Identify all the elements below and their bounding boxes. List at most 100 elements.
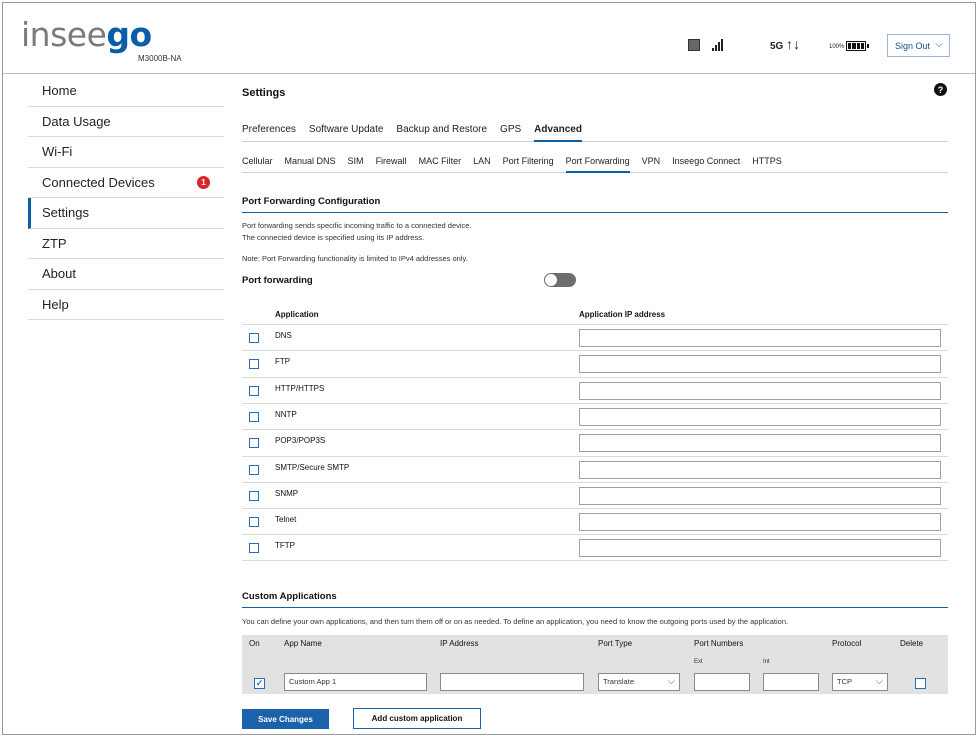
alert-badge: 1 — [197, 175, 210, 189]
sidebar-item-connected-devices[interactable]: Connected Devices 1 — [28, 168, 224, 198]
subtab-port-filtering[interactable]: Port Filtering — [503, 156, 554, 173]
tab-gps[interactable]: GPS — [500, 124, 521, 142]
table-row: SNMP — [242, 481, 948, 508]
sidebar-item-label: About — [42, 266, 76, 282]
subtab-https[interactable]: HTTPS — [752, 156, 782, 173]
col-delete: Delete — [900, 639, 924, 648]
subtab-port-forwarding[interactable]: Port Forwarding — [565, 156, 630, 173]
table-row: NNTP — [242, 402, 948, 429]
sidebar-item-settings[interactable]: Settings — [28, 198, 224, 229]
table-row: Telnet — [242, 508, 948, 534]
tab-preferences[interactable]: Preferences — [242, 124, 296, 142]
port-type-select[interactable]: Translate ⌵ — [598, 673, 680, 691]
port-forwarding-section-title: Port Forwarding Configuration — [242, 196, 948, 213]
custom-apps-header: On App Name IP Address Port Type Port Nu… — [242, 635, 948, 652]
table-row: DNS — [242, 324, 948, 350]
app-ip-input[interactable] — [579, 486, 941, 505]
app-checkbox[interactable] — [249, 490, 259, 501]
col-protocol: Protocol — [832, 639, 862, 648]
ext-port-input[interactable] — [694, 673, 750, 691]
network-type-label: 5G — [770, 41, 784, 52]
port-forwarding-label: Port forwarding — [242, 275, 313, 286]
app-checkbox[interactable] — [249, 438, 259, 449]
pf-description-line1: Port forwarding sends specific incoming … — [242, 221, 472, 230]
delete-checkbox[interactable] — [915, 678, 926, 689]
logo-text-a: insee — [21, 15, 107, 54]
app-checkbox[interactable] — [249, 543, 259, 554]
sidebar-item-home[interactable]: Home — [28, 76, 224, 107]
app-ip-input[interactable] — [579, 407, 941, 426]
sidebar-item-label: Settings — [42, 205, 89, 221]
chevron-down-icon: ⌵ — [935, 39, 943, 50]
ext-label: Ext — [694, 659, 703, 665]
add-custom-application-button[interactable]: Add custom application — [353, 708, 481, 729]
app-ip-input[interactable] — [579, 513, 941, 532]
sidebar-item-label: Connected Devices — [42, 174, 155, 190]
sidebar-item-wifi[interactable]: Wi-Fi — [28, 137, 224, 168]
subtab-inseego-connect[interactable]: Inseego Connect — [672, 156, 740, 173]
help-icon[interactable]: ? — [934, 83, 947, 96]
sidebar-nav: Home Data Usage Wi-Fi Connected Devices 1… — [28, 76, 224, 320]
table-row: POP3/POP3S — [242, 429, 948, 455]
sidebar-item-label: Home — [42, 83, 77, 99]
int-port-input[interactable] — [763, 673, 819, 691]
sidebar-item-help[interactable]: Help — [28, 290, 224, 320]
subtab-sim[interactable]: SIM — [348, 156, 364, 173]
app-name: Telnet — [275, 515, 297, 525]
app-ip-input[interactable] — [579, 539, 941, 558]
protocol-select[interactable]: TCP ⌵ — [832, 673, 888, 691]
subtab-firewall[interactable]: Firewall — [376, 156, 407, 173]
col-on: On — [249, 639, 260, 648]
on-checkbox[interactable]: ✓ — [254, 678, 265, 689]
tab-advanced[interactable]: Advanced — [534, 124, 582, 142]
sign-out-button[interactable]: Sign Out ⌵ — [887, 34, 950, 57]
app-ip-input[interactable] — [579, 434, 941, 453]
toggle-knob — [545, 274, 557, 286]
app-ip-input[interactable] — [579, 355, 941, 374]
chevron-down-icon: ⌵ — [875, 676, 883, 687]
tab-software-update[interactable]: Software Update — [309, 124, 384, 142]
pf-note: Note: Port Forwarding functionality is l… — [242, 254, 468, 263]
app-ip-input[interactable] — [579, 381, 941, 400]
subtab-manual-dns[interactable]: Manual DNS — [285, 156, 336, 173]
port-forwarding-toggle[interactable] — [544, 273, 576, 287]
app-checkbox[interactable] — [249, 411, 259, 422]
col-port-numbers: Port Numbers — [694, 639, 744, 648]
data-transfer-icon: ↑↓ — [786, 36, 800, 52]
tab-backup-restore[interactable]: Backup and Restore — [396, 124, 487, 142]
app-checkbox[interactable] — [249, 333, 259, 343]
app-checkbox[interactable] — [249, 385, 259, 396]
app-frame: inseego M3000B-NA 5G ↑↓ 100% Sign Out ⌵ … — [2, 2, 976, 735]
sidebar-item-about[interactable]: About — [28, 259, 224, 290]
table-row: SMTP/Secure SMTP — [242, 455, 948, 482]
sidebar-item-ztp[interactable]: ZTP — [28, 229, 224, 259]
app-ip-input[interactable] — [579, 460, 941, 479]
app-name: TFTP — [275, 541, 295, 551]
sidebar-item-label: Data Usage — [42, 113, 111, 129]
custom-apps-section-title: Custom Applications — [242, 591, 948, 608]
app-checkbox[interactable] — [249, 517, 259, 528]
subtab-lan[interactable]: LAN — [473, 156, 491, 173]
app-name-input[interactable]: Custom App 1 — [284, 673, 427, 691]
sidebar-item-label: Help — [42, 296, 69, 312]
app-checkbox[interactable] — [249, 464, 259, 475]
app-checkbox[interactable] — [249, 359, 259, 370]
col-app-ip: Application IP address — [579, 310, 666, 319]
advanced-subtabs: Cellular Manual DNS SIM Firewall MAC Fil… — [242, 156, 948, 173]
ip-address-input[interactable] — [440, 673, 584, 691]
save-changes-button[interactable]: Save Changes — [242, 709, 329, 729]
app-ip-input[interactable] — [579, 329, 941, 347]
pf-description-line2: The connected device is specified using … — [242, 233, 425, 242]
sidebar-item-data-usage[interactable]: Data Usage — [28, 107, 224, 137]
table-row: TFTP — [242, 534, 948, 561]
col-port-type: Port Type — [598, 639, 633, 648]
custom-apps-description: You can define your own applications, an… — [242, 617, 789, 626]
int-label: Int — [763, 659, 770, 665]
col-application: Application — [275, 310, 319, 319]
subtab-mac-filter[interactable]: MAC Filter — [419, 156, 462, 173]
custom-app-row: Ext Int ✓ Custom App 1 Translate ⌵ TCP ⌵ — [242, 652, 948, 694]
signal-strength-icon — [712, 39, 723, 51]
subtab-vpn[interactable]: VPN — [642, 156, 661, 173]
subtab-cellular[interactable]: Cellular — [242, 156, 273, 173]
app-name: FTP — [275, 357, 291, 367]
